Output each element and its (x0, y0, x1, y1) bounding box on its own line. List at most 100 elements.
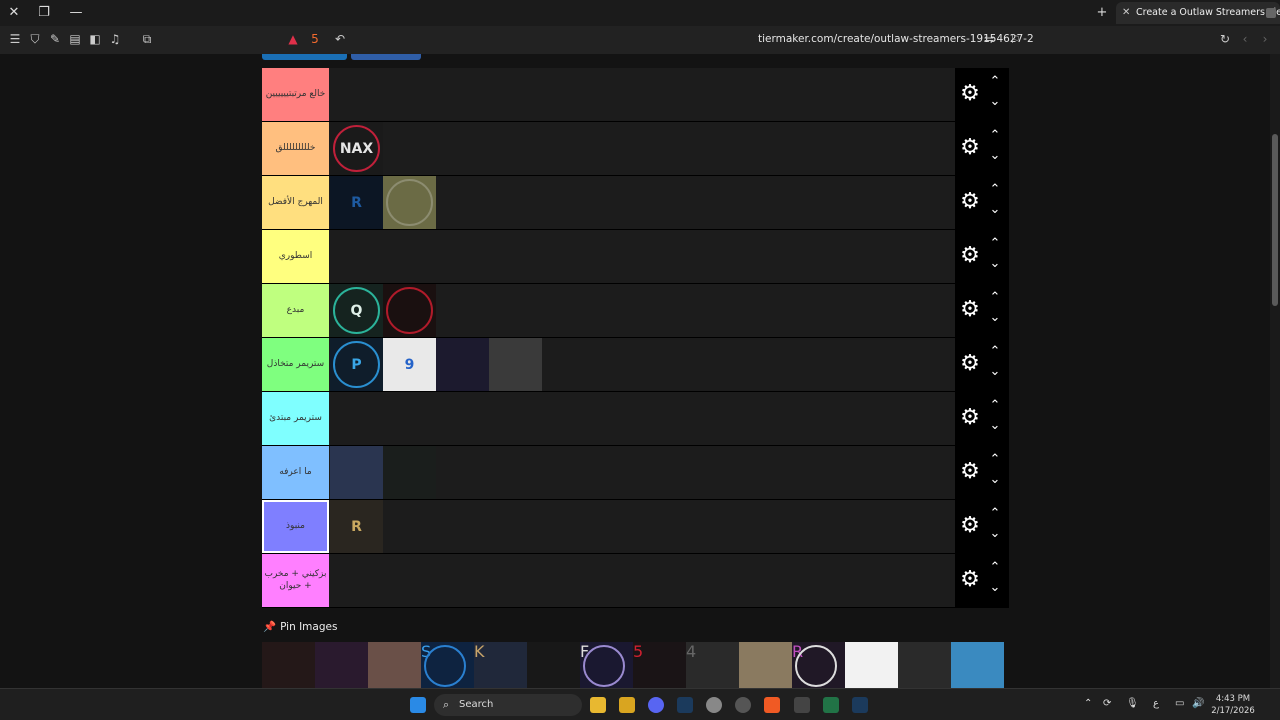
dark-hair-anime[interactable] (527, 642, 580, 690)
move-down-icon[interactable]: ⌄ (988, 203, 1002, 217)
gear-icon[interactable]: ⚙ (959, 245, 981, 267)
screenshot-icon[interactable]: ⧉ (140, 32, 154, 46)
tier-label[interactable]: ما اعرفه (262, 446, 329, 499)
excel-icon[interactable] (823, 697, 839, 713)
soldier-avatar[interactable] (383, 176, 436, 229)
move-down-icon[interactable]: ⌄ (988, 311, 1002, 325)
language-indicator[interactable]: ع (1153, 698, 1159, 709)
brave-icon[interactable] (764, 697, 780, 713)
forward-icon[interactable]: › (1258, 32, 1272, 46)
tier-label[interactable]: بزكيني + مخرب + حيوان (262, 554, 329, 607)
tier-label[interactable]: خلللللللللق (262, 122, 329, 175)
five-logo[interactable]: 5 (633, 642, 686, 690)
vpn-icon[interactable]: ▲ (286, 32, 300, 46)
teal-q-logo[interactable]: Q (330, 284, 383, 337)
tier-label[interactable]: ستريمر مبتدئ (262, 392, 329, 445)
gear-icon[interactable]: ⚙ (959, 191, 981, 213)
tier-items[interactable]: R (330, 500, 383, 553)
settings-icon[interactable] (706, 697, 722, 713)
tier-items[interactable]: P9 (330, 338, 542, 391)
close-window-icon[interactable]: ✕ (4, 3, 24, 23)
app-icon[interactable] (794, 697, 810, 713)
move-down-icon[interactable]: ⌄ (988, 419, 1002, 433)
tier-items[interactable]: R (330, 176, 436, 229)
tab-tiermaker[interactable]: ✕ Create a Outlaw Streamers Tier L (1116, 2, 1280, 24)
gear-icon[interactable]: ⚙ (959, 407, 981, 429)
move-up-icon[interactable]: ⌃ (988, 183, 1002, 197)
page-scrollbar[interactable] (1270, 54, 1280, 690)
tier-label[interactable]: خالع مرتبتيييييين (262, 68, 329, 121)
gold-r-logo[interactable]: R (330, 500, 383, 553)
move-down-icon[interactable]: ⌄ (988, 95, 1002, 109)
move-down-icon[interactable]: ⌄ (988, 473, 1002, 487)
purple-r-logo[interactable]: R (792, 642, 845, 690)
tier-label[interactable]: اسطوري (262, 230, 329, 283)
store-icon[interactable] (619, 697, 635, 713)
gear-icon[interactable]: ⚙ (959, 137, 981, 159)
gear-icon[interactable]: ⚙ (959, 299, 981, 321)
move-down-icon[interactable]: ⌄ (988, 365, 1002, 379)
mic-icon[interactable]: 🎙 (1126, 698, 1139, 709)
music-icon[interactable]: ♫ (108, 32, 122, 46)
scroll-thumb[interactable] (1272, 134, 1278, 306)
dark-character[interactable] (383, 446, 436, 499)
move-down-icon[interactable]: ⌄ (988, 527, 1002, 541)
menu-icon[interactable]: ☰ (8, 32, 22, 46)
falcon-photo[interactable] (739, 642, 792, 690)
volume-icon[interactable]: 🔊 (1192, 698, 1204, 709)
gear-icon[interactable]: ⚙ (959, 461, 981, 483)
woman-photo[interactable] (368, 642, 421, 690)
close-tab-icon[interactable]: ✕ (1122, 2, 1130, 24)
nax-logo[interactable]: NAX (330, 122, 383, 175)
k-logo[interactable]: K (474, 642, 527, 690)
wallet-icon[interactable]: ▤ (68, 32, 82, 46)
tier-label[interactable]: منبوذ (262, 500, 329, 553)
restore-window-icon[interactable]: ❐ (34, 3, 54, 23)
taskbar-search[interactable]: ⌕ Search (434, 694, 582, 716)
tier-items[interactable]: Q (330, 284, 436, 337)
move-up-icon[interactable]: ⌃ (988, 345, 1002, 359)
steam-2-icon[interactable] (852, 697, 868, 713)
sketch-avatar[interactable] (898, 642, 951, 690)
reload-icon[interactable]: ↻ (1218, 32, 1232, 46)
github-icon[interactable] (735, 697, 751, 713)
tray-chevron-icon[interactable]: ⌃ (1084, 698, 1092, 709)
minimize-window-icon[interactable]: — (66, 3, 86, 23)
anime-girl-pumpkin[interactable] (436, 338, 489, 391)
tier-items[interactable] (330, 446, 436, 499)
pin-images-header[interactable]: 📌 Pin Images (263, 620, 337, 633)
move-up-icon[interactable]: ⌃ (988, 237, 1002, 251)
f-logo[interactable]: F (580, 642, 633, 690)
arabic-text-logo[interactable] (845, 642, 898, 690)
discord-icon[interactable] (648, 697, 664, 713)
move-up-icon[interactable]: ⌃ (988, 399, 1002, 413)
move-up-icon[interactable]: ⌃ (988, 129, 1002, 143)
move-down-icon[interactable]: ⌄ (988, 149, 1002, 163)
bearded-man-photo[interactable] (489, 338, 542, 391)
brush-icon[interactable]: ✎ (48, 32, 62, 46)
move-up-icon[interactable]: ⌃ (988, 561, 1002, 575)
move-up-icon[interactable]: ⌃ (988, 75, 1002, 89)
shield-icon[interactable]: ⛉ (28, 32, 42, 46)
brave-shields-icon[interactable]: 5 (308, 32, 322, 46)
tier-items[interactable]: NAX (330, 122, 383, 175)
move-up-icon[interactable]: ⌃ (988, 507, 1002, 521)
move-up-icon[interactable]: ⌃ (988, 291, 1002, 305)
gear-icon[interactable]: ⚙ (959, 83, 981, 105)
blue-s-logo[interactable]: S (421, 642, 474, 690)
tier-label[interactable]: ستريمر متخاذل (262, 338, 329, 391)
start-icon[interactable] (410, 697, 426, 713)
sidebar-icon[interactable]: ◧ (88, 32, 102, 46)
new-tab-icon[interactable]: + (1092, 3, 1112, 23)
gear-icon[interactable]: ⚙ (959, 515, 981, 537)
gear-icon[interactable]: ⚙ (959, 569, 981, 591)
dark-4-logo[interactable]: 4 (686, 642, 739, 690)
download-button[interactable] (262, 54, 347, 60)
site-settings-icon[interactable]: ⇋ (982, 32, 996, 46)
bookmark-icon[interactable]: ⚐ (1008, 32, 1022, 46)
save-button[interactable] (351, 54, 421, 60)
red-circle-logo[interactable] (383, 284, 436, 337)
clock[interactable]: 4:43 PM 2/17/2026 (1208, 693, 1258, 717)
sync-icon[interactable]: ⟳ (1103, 698, 1111, 709)
network-icon[interactable]: ▭ (1175, 698, 1184, 709)
